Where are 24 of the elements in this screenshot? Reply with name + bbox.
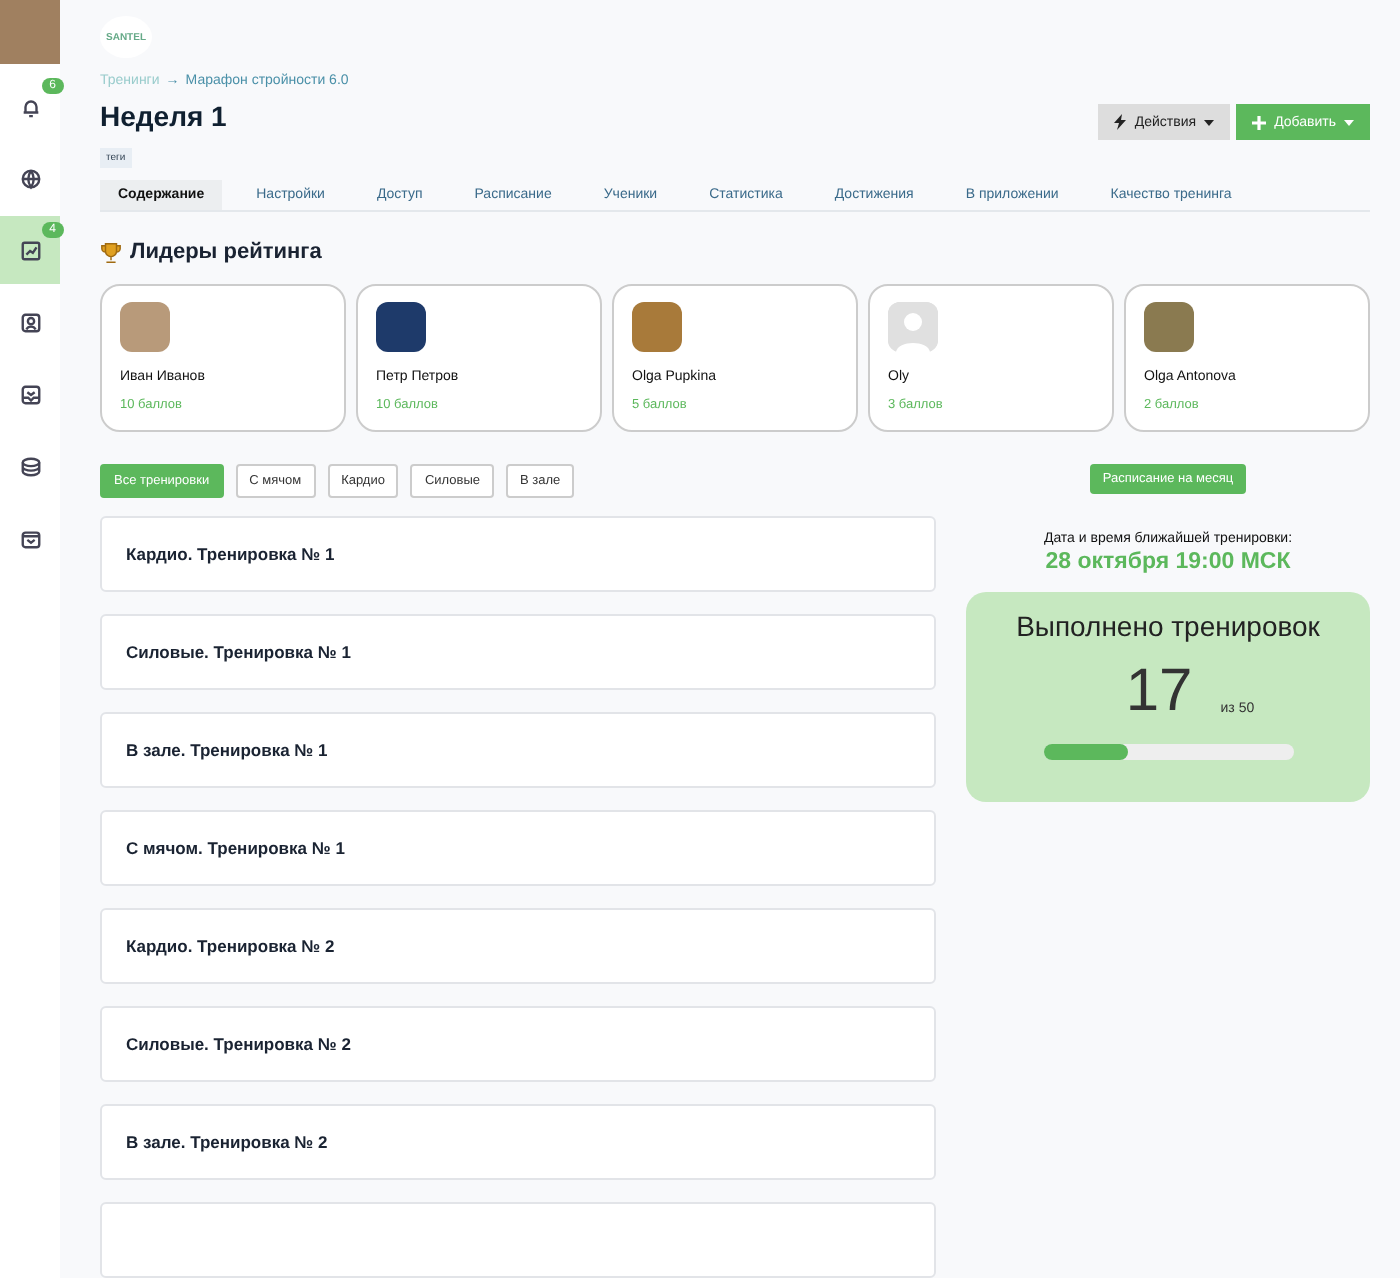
workout-card[interactable]: В зале. Тренировка № 2 (100, 1104, 936, 1180)
workout-card[interactable]: Силовые. Тренировка № 2 (100, 1006, 936, 1082)
workout-card[interactable]: В зале. Тренировка № 1 (100, 712, 936, 788)
caret-icon (1204, 119, 1215, 125)
workout-card[interactable]: Кардио. Тренировка № 1 (100, 516, 936, 592)
page-title: Неделя 1 (100, 100, 229, 132)
user-icon (19, 311, 41, 333)
database-icon (19, 455, 41, 477)
workout-card[interactable]: Силовые. Тренировка № 1 (100, 614, 936, 690)
caret-icon (1344, 119, 1354, 125)
lightning-icon (1114, 114, 1127, 130)
bag-icon (19, 527, 41, 549)
workout-card[interactable]: С мячом. Тренировка № 1 (100, 810, 936, 886)
section-title: Лидеры рейтинга (130, 240, 322, 264)
plus-icon (1252, 115, 1267, 129)
bell-icon (19, 95, 41, 117)
workout-card[interactable]: Кардио. Тренировка № 2 (100, 908, 936, 984)
chart-icon (19, 239, 41, 261)
progress-title: Выполнено тренировок (1016, 610, 1320, 642)
inbox-icon (19, 383, 41, 405)
next-workout-date: 28 октября 19:00 МСК (1045, 550, 1291, 574)
trophy-icon (100, 241, 122, 263)
completed-count: 17 (1125, 662, 1193, 722)
globe-icon (19, 167, 41, 189)
